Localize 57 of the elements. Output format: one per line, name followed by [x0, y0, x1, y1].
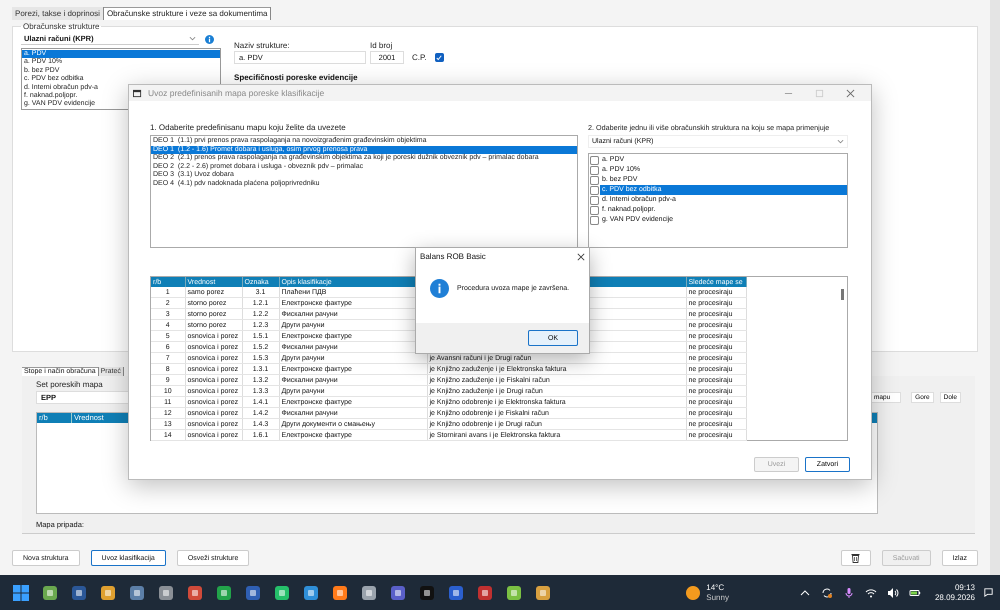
taskbar-app-icon[interactable]: [389, 584, 407, 602]
taskbar-app-icon[interactable]: [215, 584, 233, 602]
taskbar-app-icon[interactable]: [447, 584, 465, 602]
taskbar-app-icon[interactable]: [360, 584, 378, 602]
scrollbar-thumb[interactable]: [841, 289, 844, 300]
section-title: Specifičnosti poreske evidencije: [234, 73, 359, 82]
window-icon: [133, 88, 142, 98]
taskbar-app-icon[interactable]: [70, 584, 88, 602]
window-title: Uvoz predefinisanih mapa poreske klasifikacije: [148, 88, 324, 98]
checkbox[interactable]: [590, 216, 599, 224]
temperature: 14°C: [706, 582, 726, 592]
checkbox[interactable]: [590, 176, 599, 184]
taskbar-app-icon[interactable]: [128, 584, 146, 602]
taskbar-app-icon[interactable]: [505, 584, 523, 602]
checkbox[interactable]: [590, 156, 599, 164]
speaker-icon[interactable]: [886, 586, 899, 598]
field-label: Set poreskih mapa: [36, 380, 103, 389]
checkbox[interactable]: [590, 186, 599, 194]
taskbar-app-icon[interactable]: [157, 584, 175, 602]
clock-time: 09:13: [954, 582, 975, 592]
clock-date: 28.09.2026: [934, 592, 975, 602]
notification-icon[interactable]: [983, 587, 994, 598]
group-title: Obračunske strukture: [22, 22, 100, 31]
windows-start-icon[interactable]: [12, 584, 30, 602]
checkbox-label: C.P.: [412, 53, 427, 62]
taskbar-app-icon[interactable]: [302, 584, 320, 602]
tab[interactable]: Obračunske strukture i veze sa dokumentima: [104, 7, 272, 20]
chevron-down-icon[interactable]: [189, 36, 196, 41]
taskbar-app-icon[interactable]: [273, 584, 291, 602]
window-title: Balans ROB Basic: [420, 252, 486, 261]
info-icon[interactable]: [205, 34, 214, 44]
sun-icon: [686, 586, 700, 600]
tab[interactable]: Porezi, takse i doprinosi: [12, 7, 104, 20]
field-label: Id broj: [370, 41, 394, 50]
taskbar-app-icon[interactable]: [99, 584, 117, 602]
taskbar-app-icon[interactable]: [331, 584, 349, 602]
checkbox[interactable]: [434, 53, 444, 62]
checkbox[interactable]: [590, 206, 599, 214]
step-label: 1. Odaberite predefinisanu mapu koju želite da uvezete: [150, 123, 347, 132]
info-icon: [430, 278, 449, 298]
taskbar-app-icon[interactable]: [244, 584, 262, 602]
sync-icon[interactable]: [820, 586, 833, 598]
delete-button[interactable]: [840, 550, 871, 566]
chevron-down-icon[interactable]: [837, 139, 844, 144]
taskbar-app-icon[interactable]: [476, 584, 494, 602]
close-icon[interactable]: [577, 252, 585, 260]
microphone-icon[interactable]: [842, 586, 855, 598]
checkbox[interactable]: [590, 196, 599, 204]
taskbar-app-icon[interactable]: [418, 584, 436, 602]
taskbar-app-icon[interactable]: [41, 584, 59, 602]
trash-icon: [851, 553, 860, 563]
wifi-icon[interactable]: [864, 586, 877, 598]
checkbox[interactable]: [590, 166, 599, 174]
weather-condition: Sunny: [706, 592, 729, 602]
field-label: Naziv strukture:: [234, 41, 291, 50]
taskbar-app-icon[interactable]: [534, 584, 552, 602]
taskbar-app-icon[interactable]: [186, 584, 204, 602]
